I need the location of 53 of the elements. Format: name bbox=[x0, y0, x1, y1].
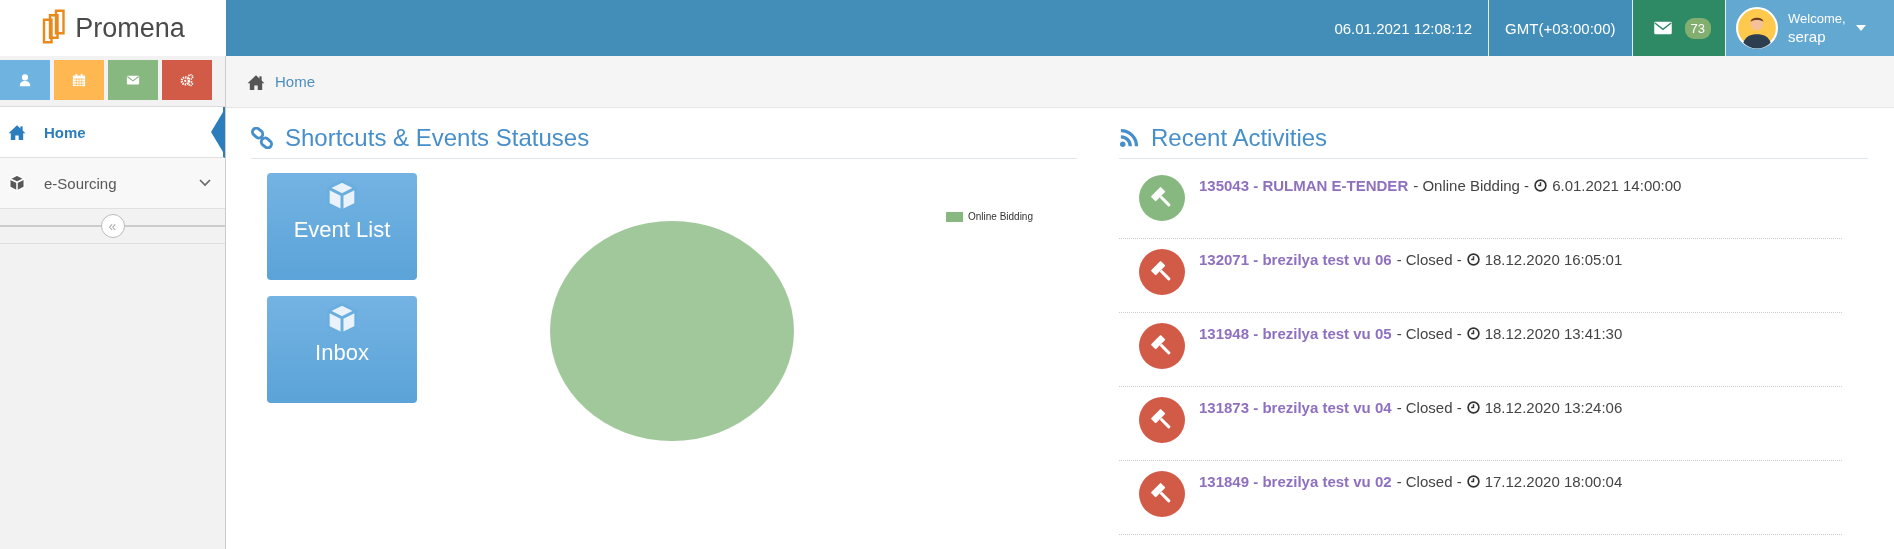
legend-label: Online Bidding bbox=[967, 211, 1033, 222]
message-count: 73 bbox=[1684, 17, 1711, 39]
clock-icon bbox=[1466, 252, 1480, 266]
shortcut-tile[interactable]: Inbox bbox=[267, 296, 417, 403]
shortcut-button[interactable] bbox=[162, 60, 212, 100]
activity-date: 17.12.2020 18:00:04 bbox=[1484, 472, 1623, 490]
collapse-button[interactable]: « bbox=[100, 214, 125, 238]
activity-link[interactable]: 131948 - brezilya test vu 05 bbox=[1199, 324, 1392, 342]
envelope-icon bbox=[126, 73, 140, 87]
activity-link[interactable]: 132071 - brezilya test vu 06 bbox=[1199, 250, 1392, 268]
date-time: 06.01.2021 12:08:12 bbox=[1333, 18, 1474, 39]
chevron-down-icon bbox=[199, 179, 211, 187]
user-name: serap bbox=[1788, 28, 1827, 45]
home-icon bbox=[8, 124, 26, 140]
avatar-icon bbox=[1736, 7, 1778, 49]
activity-status: - Closed - bbox=[1396, 472, 1462, 490]
home-icon bbox=[247, 73, 265, 90]
shortcut-button[interactable] bbox=[54, 60, 104, 100]
activity-status: - Closed - bbox=[1396, 398, 1462, 416]
welcome-text: Welcome, bbox=[1788, 11, 1846, 26]
activity-date: 18.12.2020 13:24:06 bbox=[1484, 398, 1623, 416]
activity-status: - Closed - bbox=[1396, 324, 1462, 342]
activity-link[interactable]: 131873 - brezilya test vu 04 bbox=[1199, 398, 1392, 416]
cube-icon bbox=[8, 174, 26, 192]
brand-name: Promena bbox=[75, 12, 185, 44]
link-icon bbox=[251, 127, 273, 149]
activity-date: 6.01.2021 14:00:00 bbox=[1552, 176, 1682, 194]
gears-icon bbox=[180, 73, 194, 87]
breadcrumb-link[interactable]: Home bbox=[275, 73, 315, 90]
clock-icon bbox=[1534, 178, 1548, 192]
section-title: Recent Activities bbox=[1151, 124, 1328, 152]
shortcut-button[interactable] bbox=[0, 60, 50, 100]
user-menu[interactable]: Welcome, serap bbox=[1725, 0, 1894, 56]
activity-link[interactable]: 135043 - RULMAN E-TENDER bbox=[1199, 176, 1409, 194]
clock-icon bbox=[1466, 400, 1480, 414]
activity-status: - Online Bidding - bbox=[1413, 176, 1530, 194]
active-marker-icon bbox=[211, 112, 223, 152]
clock-icon bbox=[1466, 474, 1480, 488]
activity-date: 18.12.2020 13:41:30 bbox=[1484, 324, 1623, 342]
caret-icon bbox=[1855, 25, 1866, 31]
shortcut-button[interactable] bbox=[108, 60, 158, 100]
rss-icon bbox=[1119, 128, 1139, 148]
section-title: Shortcuts & Events Statuses bbox=[285, 124, 590, 152]
activity-date: 18.12.2020 16:05:01 bbox=[1484, 250, 1623, 268]
shortcut-tile[interactable]: Event List bbox=[267, 173, 417, 280]
messages-button[interactable]: 73 bbox=[1631, 0, 1725, 56]
nav-item[interactable]: e-Sourcing bbox=[0, 158, 225, 209]
activity-status: - Closed - bbox=[1396, 250, 1462, 268]
user-icon bbox=[18, 73, 32, 87]
clock-icon bbox=[1466, 326, 1480, 340]
calendar-icon bbox=[72, 73, 86, 87]
activity-link[interactable]: 131849 - brezilya test vu 02 bbox=[1199, 472, 1392, 490]
nav-item[interactable]: Home bbox=[0, 107, 225, 158]
